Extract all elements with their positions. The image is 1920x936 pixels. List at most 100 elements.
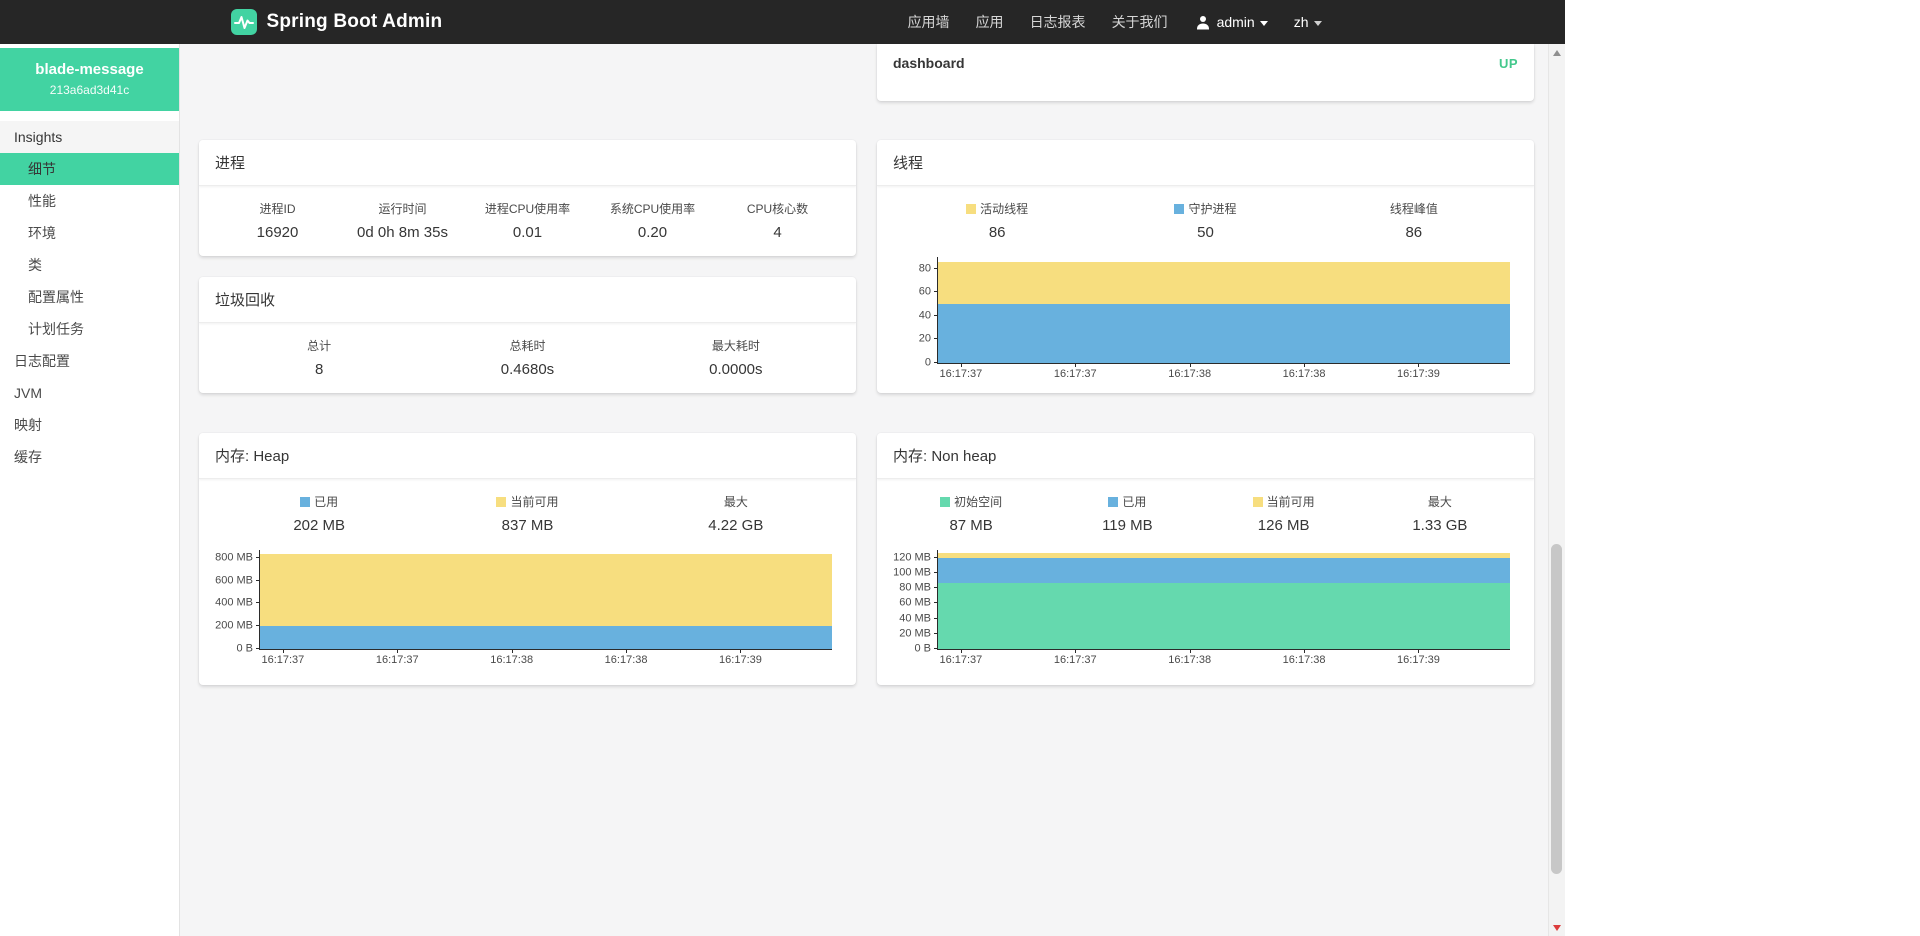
instance-name: dashboard: [893, 55, 965, 71]
legend-yellow-icon: [1253, 497, 1263, 507]
caret-down-icon: [1260, 21, 1268, 26]
nav-item-wallboard[interactable]: 应用墙: [895, 12, 963, 32]
instance-header[interactable]: blade-message 213a6ad3d41c: [0, 48, 179, 111]
card-title: 垃圾回收: [199, 277, 856, 323]
navbar-links: 应用墙应用日志报表关于我们: [895, 12, 1181, 32]
stat-label: 运行时间: [340, 200, 465, 217]
stat-cell: 总耗时0.4680s: [423, 337, 631, 378]
card-title-text: 内存: Non heap: [893, 448, 996, 465]
scrollbar-thumb[interactable]: [1551, 544, 1562, 874]
stat-value: 50: [1101, 224, 1309, 241]
user-avatar-icon: [1194, 13, 1212, 31]
tick-mark: [934, 587, 938, 588]
stat-label: 守护进程: [1101, 200, 1309, 217]
user-menu[interactable]: admin: [1181, 13, 1281, 31]
x-axis-label: 16:17:38: [1168, 368, 1211, 380]
nonheap-memory-chart: 0 B20 MB40 MB60 MB80 MB100 MB120 MB16:17…: [881, 550, 1510, 650]
tick-mark: [1075, 363, 1076, 367]
y-axis-label: 120 MB: [893, 552, 931, 563]
navbar-menu: 应用墙应用日志报表关于我们 admin zh: [895, 12, 1335, 32]
area-blue: [938, 304, 1510, 363]
sidebar-item-beans[interactable]: 类: [0, 249, 179, 281]
card-title: 线程: [877, 140, 1534, 186]
nav-item-about[interactable]: 关于我们: [1099, 12, 1181, 32]
stat-label: 进程ID: [215, 200, 340, 217]
card-title: 内存: Non heap: [877, 433, 1534, 479]
stat-label: CPU核心数: [715, 200, 840, 217]
scroll-up-arrow-icon[interactable]: [1549, 44, 1565, 61]
y-axis-label: 200 MB: [215, 621, 253, 632]
tick-mark: [934, 338, 938, 339]
legend-yellow-icon: [496, 497, 506, 507]
tick-mark: [1418, 649, 1419, 653]
right-column: dashboard UP 线程 活动线程86守护进程50线程峰值86 02040…: [877, 44, 1534, 685]
y-axis-label: 60: [919, 287, 931, 298]
tick-mark: [934, 572, 938, 573]
y-axis-label: 0 B: [236, 644, 253, 655]
tick-mark: [256, 625, 260, 626]
stat-label-text: 运行时间: [378, 202, 426, 216]
tick-mark: [1075, 649, 1076, 653]
tick-mark: [934, 618, 938, 619]
stat-value: 16920: [215, 224, 340, 241]
y-axis-label: 80: [919, 263, 931, 274]
sidebar-item-environment[interactable]: 环境: [0, 217, 179, 249]
brand[interactable]: Spring Boot Admin: [231, 9, 443, 35]
sidebar-item-details[interactable]: 细节: [0, 153, 179, 185]
stat-value: 0.01: [465, 224, 590, 241]
stat-value: 87 MB: [893, 517, 1049, 534]
sidebar-item-mappings[interactable]: 映射: [0, 409, 179, 441]
stat-label: 进程CPU使用率: [465, 200, 590, 217]
sidebar-item-caches[interactable]: 缓存: [0, 441, 179, 473]
stat-cell: 当前可用126 MB: [1206, 493, 1362, 534]
stat-cell: 最大 1.33 GB: [1362, 493, 1518, 534]
card-title-text: 垃圾回收: [215, 292, 275, 309]
stat-cell: 守护进程 50: [1101, 200, 1309, 241]
stat-label: 最大: [1362, 493, 1518, 510]
stat-cell: 进程ID 16920: [215, 200, 340, 241]
tick-mark: [1190, 649, 1191, 653]
chart-plot: 0 B200 MB400 MB600 MB800 MB16:17:3716:17…: [259, 550, 832, 650]
sidebar-item-metrics[interactable]: 性能: [0, 185, 179, 217]
x-axis-label: 16:17:37: [939, 654, 982, 666]
sidebar-item-loggers[interactable]: 日志配置: [0, 345, 179, 377]
stat-label-text: 系统CPU使用率: [610, 202, 695, 216]
sidebar-item-scheduled-tasks[interactable]: 计划任务: [0, 313, 179, 345]
stat-label-text: 守护进程: [1188, 202, 1236, 216]
stat-cell: CPU核心数4: [715, 200, 840, 241]
stats-row: 已用202 MB当前可用837 MB最大4.22 GB: [199, 479, 856, 542]
stat-label-text: 总计: [307, 339, 331, 353]
tick-mark: [934, 602, 938, 603]
stat-label-text: 线程峰值: [1390, 202, 1438, 216]
vertical-scrollbar[interactable]: [1548, 44, 1565, 936]
stat-label: 已用: [1049, 493, 1205, 510]
user-name: admin: [1217, 14, 1255, 30]
sidebar-item-configprops[interactable]: 配置属性: [0, 281, 179, 313]
tick-mark: [934, 315, 938, 316]
browser-viewport: Spring Boot Admin 应用墙应用日志报表关于我们 admin zh: [0, 0, 1565, 936]
card-title-text: 线程: [893, 155, 923, 172]
nav-item-applications[interactable]: 应用: [963, 12, 1017, 32]
sidebar-item-jvm[interactable]: JVM: [0, 377, 179, 409]
tick-mark: [256, 602, 260, 603]
stat-cell: 已用119 MB: [1049, 493, 1205, 534]
locale-label: zh: [1294, 14, 1309, 30]
nav-item-log-report[interactable]: 日志报表: [1017, 12, 1099, 32]
tick-mark: [512, 649, 513, 653]
tick-mark: [934, 291, 938, 292]
scroll-down-arrow-icon[interactable]: [1549, 919, 1565, 936]
stat-cell: 运行时间0d 0h 8m 35s: [340, 200, 465, 241]
tick-mark: [934, 362, 938, 363]
stat-label-text: 初始空间: [954, 495, 1002, 509]
instance-id: 213a6ad3d41c: [8, 83, 171, 97]
stat-value: 1.33 GB: [1362, 517, 1518, 534]
stat-label-text: 最大: [1428, 495, 1452, 509]
locale-menu[interactable]: zh: [1281, 14, 1335, 30]
instance-status-row[interactable]: dashboard UP: [877, 44, 1534, 82]
tick-mark: [934, 557, 938, 558]
x-axis-label: 16:17:37: [261, 654, 304, 666]
stat-label-text: 最大: [724, 495, 748, 509]
y-axis-label: 400 MB: [215, 598, 253, 609]
area-blue: [938, 558, 1510, 582]
heap-memory-card: 内存: Heap 已用202 MB当前可用837 MB最大4.22 GB 0 B…: [199, 433, 856, 685]
